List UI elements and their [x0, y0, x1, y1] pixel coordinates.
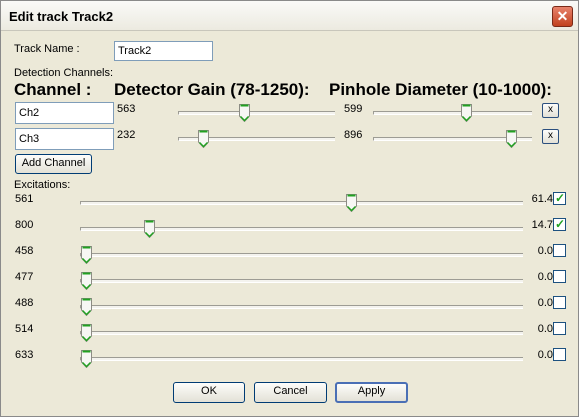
excitation-power-slider-thumb[interactable]	[345, 194, 357, 213]
excitation-wavelength: 458	[15, 245, 34, 257]
checkmark-icon: ✓	[555, 217, 566, 231]
detector-gain-header: Detector Gain (78-1250):	[114, 80, 310, 99]
excitation-power-slider-track	[80, 253, 523, 257]
pinhole-diameter-value: 599	[344, 103, 363, 115]
excitation-power-value: 0.0	[537, 271, 553, 283]
detector-gain-slider-track	[178, 111, 335, 115]
excitation-power-slider[interactable]	[80, 323, 523, 343]
detector-gain-slider-thumb[interactable]	[198, 130, 210, 149]
excitation-enable-checkbox[interactable]	[553, 348, 566, 361]
excitation-power-slider[interactable]	[80, 297, 523, 317]
apply-button[interactable]: Apply	[335, 382, 408, 403]
excitation-enable-checkbox[interactable]	[553, 296, 566, 309]
edit-track-dialog: Edit track Track2 ✕ Track Name : Detecti…	[0, 0, 579, 417]
remove-channel-button[interactable]: x	[542, 129, 559, 144]
excitation-power-value: 14.7	[531, 219, 553, 231]
excitation-power-slider-thumb[interactable]	[81, 272, 92, 291]
close-icon[interactable]: ✕	[552, 6, 573, 27]
excitation-power-slider-track	[80, 305, 523, 309]
excitation-power-slider-thumb[interactable]	[144, 220, 156, 239]
pinhole-diameter-slider-thumb[interactable]	[461, 104, 473, 123]
excitation-wavelength: 561	[15, 193, 34, 205]
excitation-power-value: 0.0	[537, 297, 553, 309]
excitation-power-slider[interactable]	[80, 349, 523, 369]
excitation-power-slider-track	[80, 201, 523, 205]
excitation-wavelength: 477	[15, 271, 34, 283]
excitation-enable-checkbox[interactable]: ✓	[553, 217, 566, 231]
excitation-power-value: 0.0	[537, 349, 553, 361]
pinhole-diameter-slider[interactable]	[373, 103, 532, 123]
ok-button[interactable]: OK	[173, 382, 245, 403]
excitation-power-slider[interactable]	[80, 271, 523, 291]
excitation-wavelength: 800	[15, 219, 34, 231]
excitation-power-slider-track	[80, 357, 523, 361]
channel-name-input[interactable]	[15, 102, 114, 124]
detector-gain-slider[interactable]	[178, 129, 335, 149]
excitation-power-slider-thumb[interactable]	[81, 324, 92, 343]
cancel-button[interactable]: Cancel	[254, 382, 327, 403]
title-bar[interactable]: Edit track Track2 ✕	[1, 1, 578, 31]
track-name-input[interactable]	[114, 41, 213, 61]
pinhole-diameter-slider-track	[373, 111, 532, 115]
track-name-label: Track Name :	[14, 43, 80, 55]
excitations-label: Excitations:	[14, 179, 71, 191]
excitation-power-slider-thumb[interactable]	[81, 246, 92, 265]
pinhole-diameter-slider[interactable]	[373, 129, 532, 149]
detector-gain-slider-thumb[interactable]	[239, 104, 250, 123]
pinhole-diameter-header: Pinhole Diameter (10-1000):	[329, 80, 552, 99]
excitation-enable-checkbox[interactable]: ✓	[553, 191, 566, 205]
excitation-wavelength: 514	[15, 323, 34, 335]
excitation-power-slider-track	[80, 331, 523, 335]
add-channel-button[interactable]: Add Channel	[15, 154, 92, 174]
excitation-power-value: 61.4	[531, 193, 553, 205]
excitation-wavelength: 633	[15, 349, 34, 361]
excitation-power-slider[interactable]	[80, 245, 523, 265]
pinhole-diameter-value: 896	[344, 129, 363, 141]
dialog-title: Edit track Track2	[9, 9, 114, 24]
channel-name-input[interactable]	[15, 128, 114, 150]
excitation-power-slider-track	[80, 279, 523, 283]
excitation-power-value: 0.0	[537, 245, 553, 257]
detector-gain-slider[interactable]	[178, 103, 335, 123]
excitation-power-slider-thumb[interactable]	[81, 298, 92, 317]
detection-channels-label: Detection Channels:	[14, 67, 114, 79]
detector-gain-value: 232	[117, 129, 136, 141]
excitation-enable-checkbox[interactable]	[553, 322, 566, 335]
excitation-power-slider-thumb[interactable]	[81, 350, 92, 369]
detector-gain-value: 563	[117, 103, 136, 115]
checkmark-icon: ✓	[555, 191, 566, 205]
remove-channel-button[interactable]: x	[542, 103, 559, 118]
excitation-power-value: 0.0	[537, 323, 553, 335]
excitation-power-slider[interactable]	[80, 193, 523, 213]
excitation-power-slider[interactable]	[80, 219, 523, 239]
excitation-enable-checkbox[interactable]	[553, 270, 566, 283]
pinhole-diameter-slider-thumb[interactable]	[505, 130, 517, 149]
excitation-wavelength: 488	[15, 297, 34, 309]
excitation-enable-checkbox[interactable]	[553, 244, 566, 257]
channel-header: Channel :	[14, 80, 92, 99]
